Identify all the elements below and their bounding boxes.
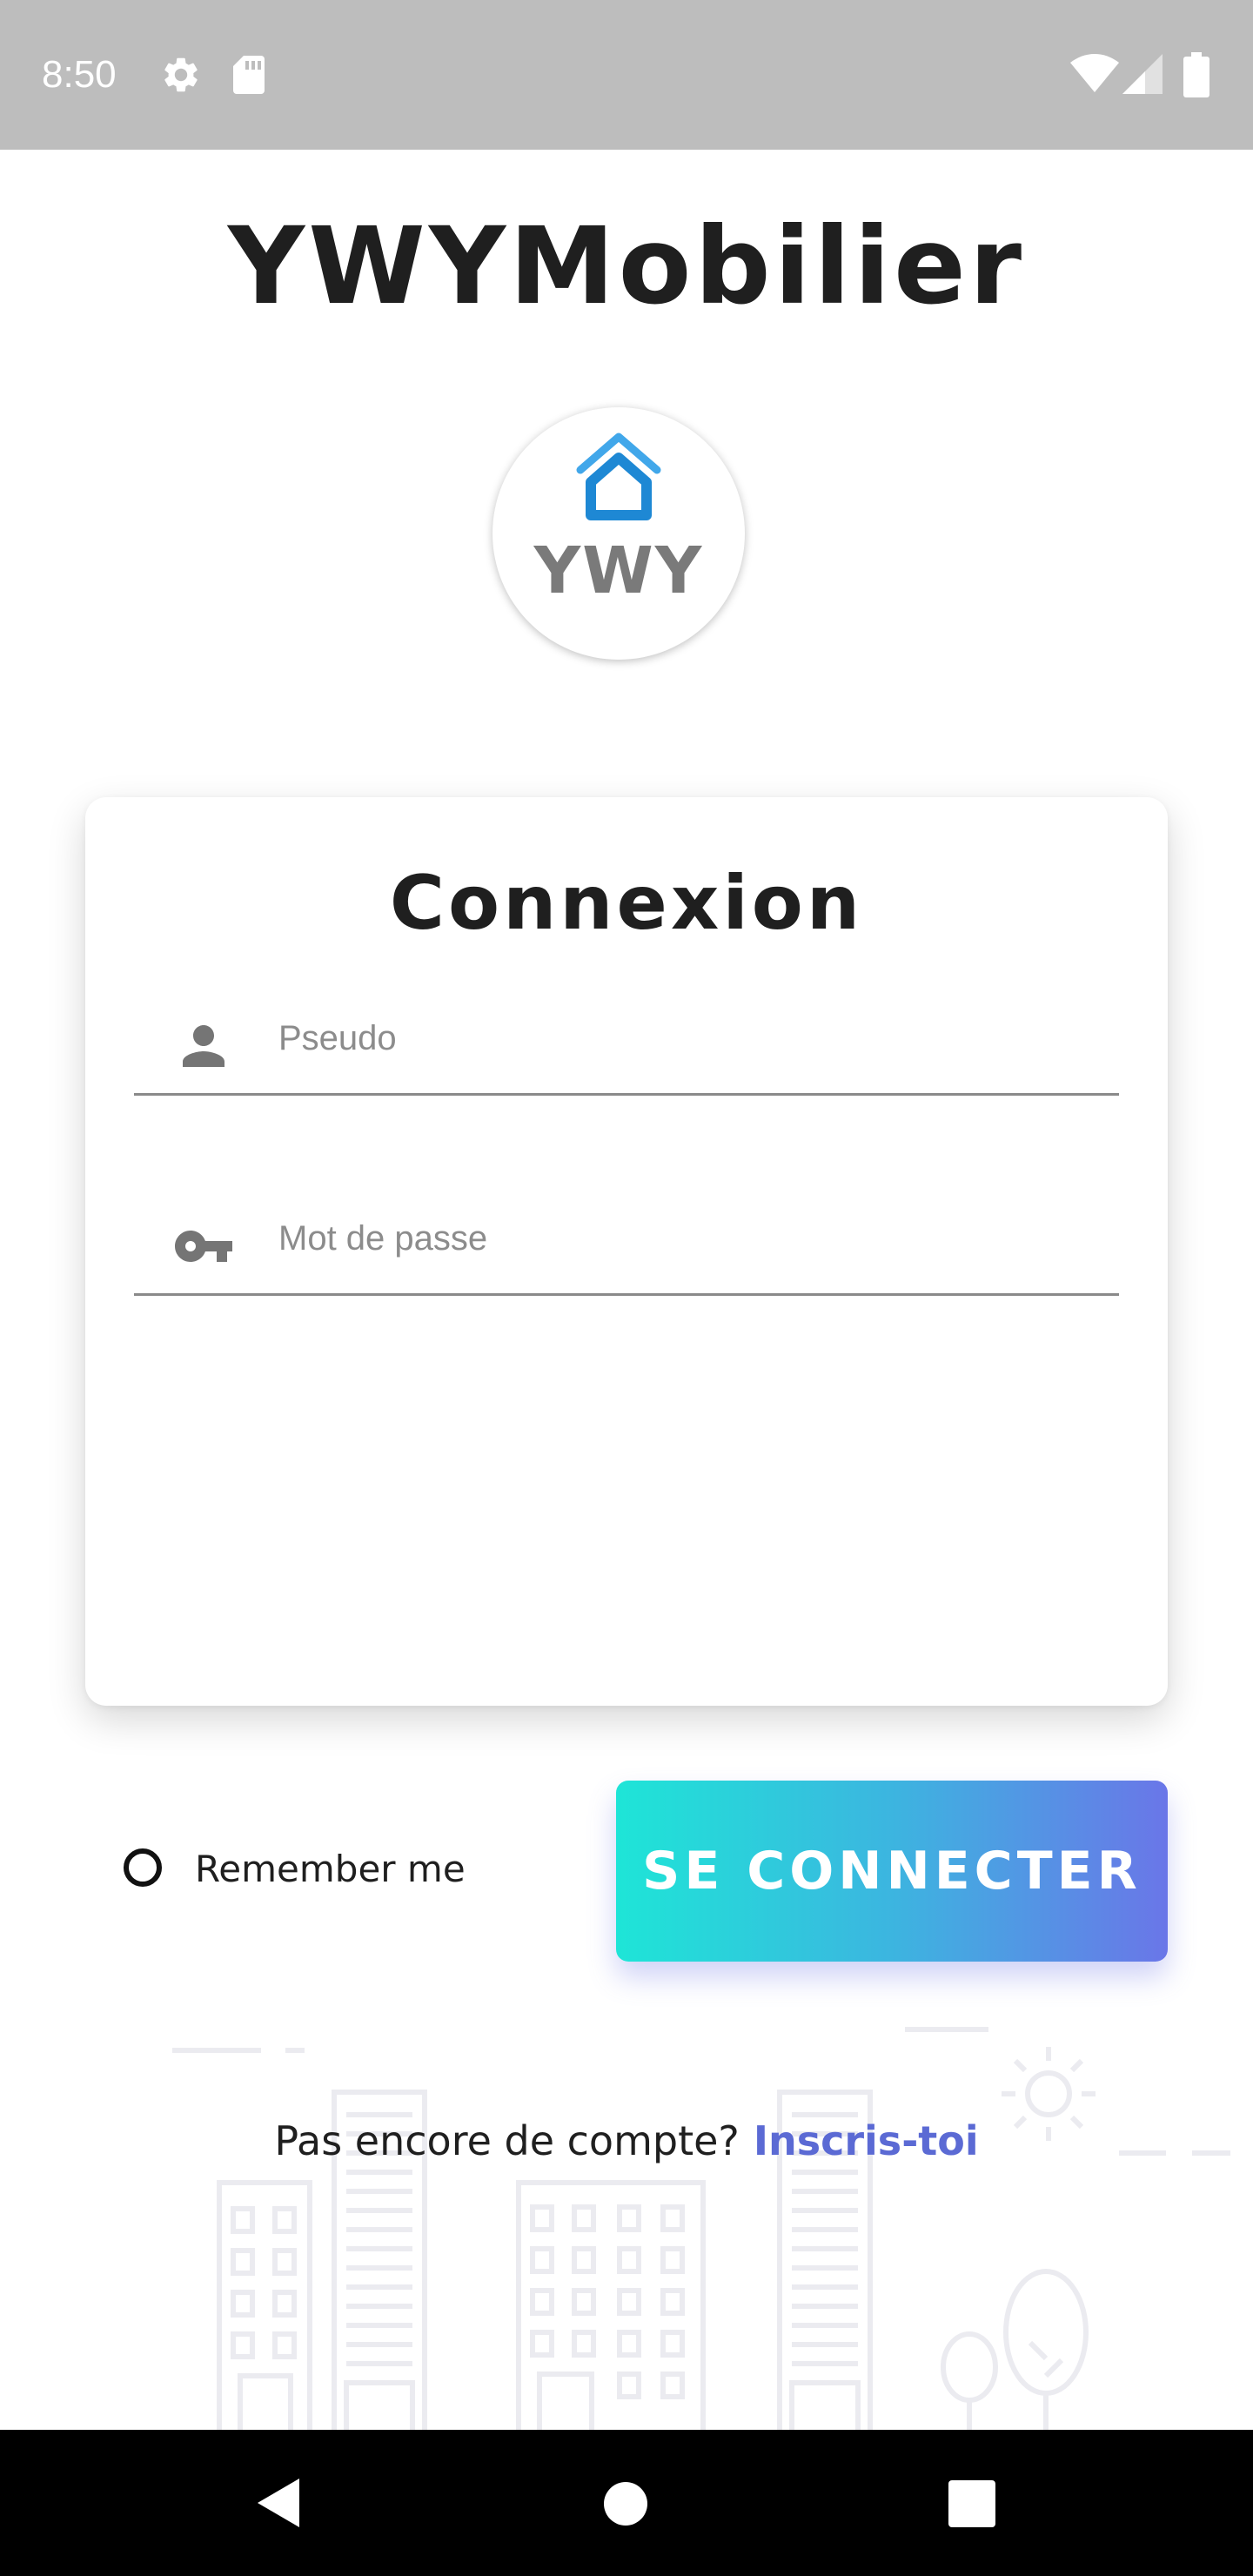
card-title: Connexion — [389, 860, 864, 947]
status-time: 8:50 — [42, 53, 117, 96]
password-field — [134, 1184, 1119, 1296]
username-input[interactable] — [278, 983, 1096, 1093]
username-field — [134, 983, 1119, 1096]
wifi-icon — [1070, 54, 1119, 92]
system-nav-bar — [0, 2430, 1253, 2576]
battery-icon — [1183, 52, 1209, 97]
signup-row: Pas encore de compte? Inscris-toi — [0, 2110, 1253, 2172]
app-title: YWYMobilier — [227, 205, 1026, 328]
remember-me-radio[interactable] — [124, 1848, 162, 1887]
login-button[interactable]: SE CONNECTER — [616, 1781, 1168, 1962]
status-bar: 8:50 — [0, 0, 1253, 150]
sd-card-icon — [233, 56, 265, 94]
back-icon[interactable] — [247, 2473, 306, 2532]
signup-link[interactable]: Inscris-toi — [754, 2117, 979, 2164]
person-icon — [183, 1025, 224, 1067]
key-icon — [175, 1231, 232, 1262]
gear-icon — [164, 57, 198, 92]
house-logo-icon — [576, 433, 661, 520]
app-logo: YWY — [492, 407, 745, 660]
login-card: Connexion — [85, 797, 1168, 1706]
remember-me-label: Remember me — [195, 1848, 466, 1890]
city-skyline-illustration — [172, 2027, 1230, 2430]
logo-text: YWY — [533, 533, 704, 608]
password-input[interactable] — [278, 1184, 1096, 1293]
signal-icon — [1122, 54, 1163, 94]
recents-icon[interactable] — [948, 2480, 995, 2527]
home-icon[interactable] — [602, 2480, 649, 2527]
signup-prompt: Pas encore de compte? — [274, 2117, 740, 2164]
